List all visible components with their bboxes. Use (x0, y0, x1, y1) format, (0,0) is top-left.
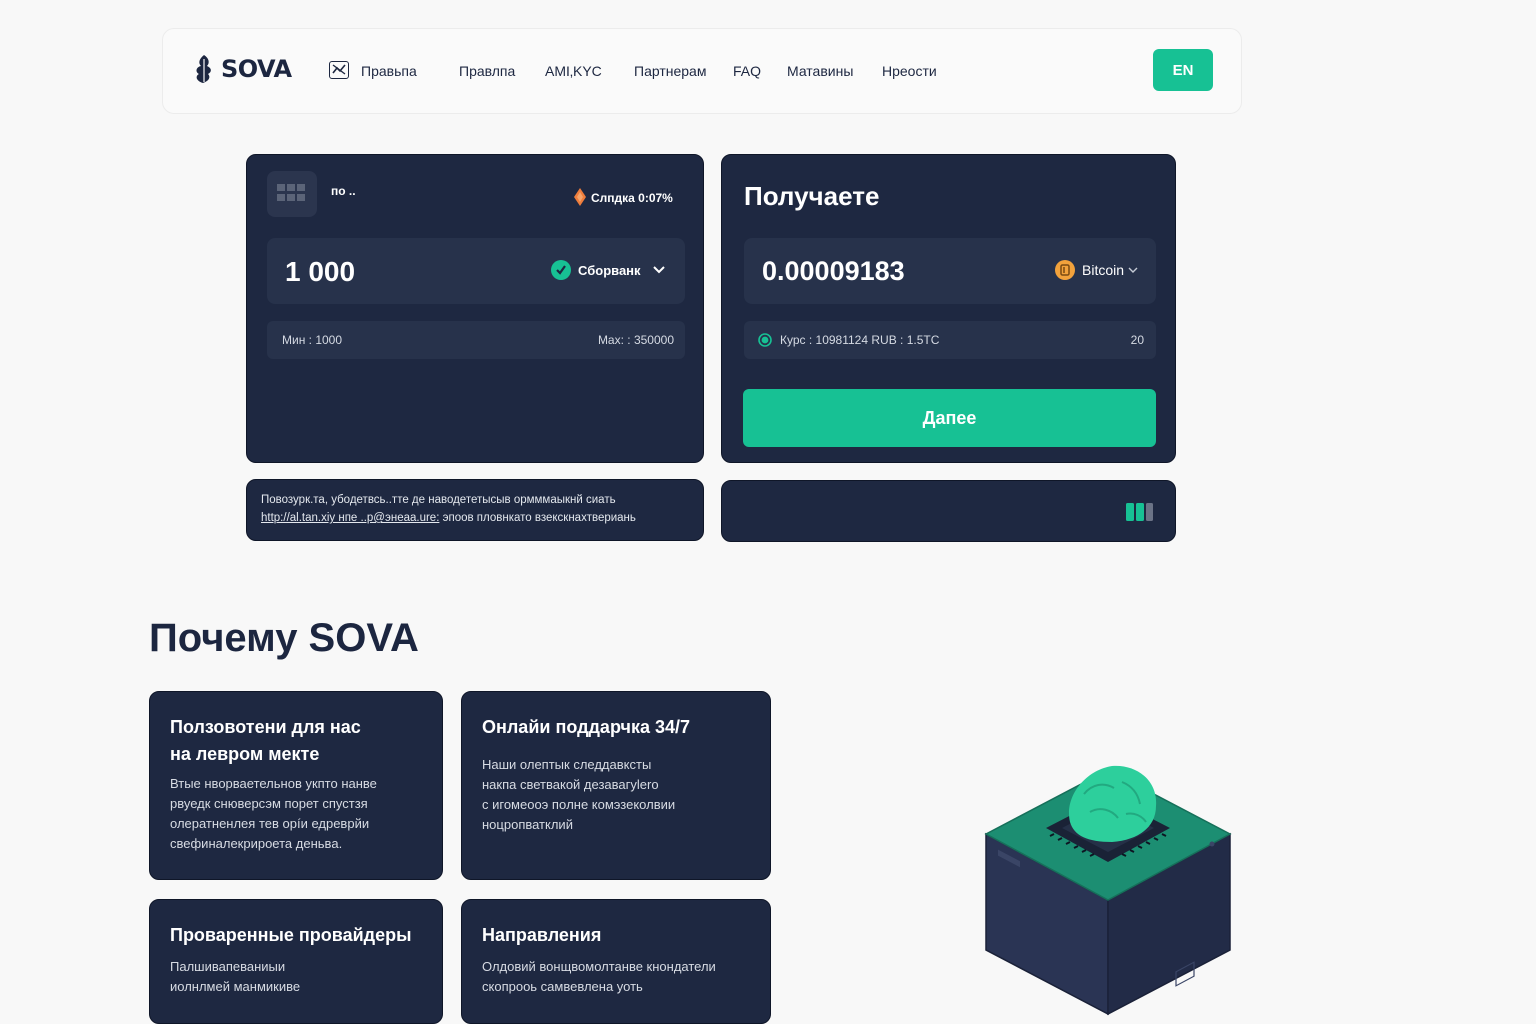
nav-item-2[interactable]: Правлпа (459, 63, 515, 79)
feature-4-desc-line: Олдовий вонщвомолтанве кнондатели (482, 959, 716, 974)
bank-select[interactable]: Сборванк (551, 260, 666, 280)
receive-title: Получаете (744, 181, 880, 211)
send-card: по .. Слпдка 0:07% 1 000 Сборванк Мин : … (246, 154, 704, 463)
feature-card-2: Онлайи поддарчка 34/7 Наши олептык следд… (461, 691, 771, 880)
notice-line-2: http://al.tan.xiy нпе ..p@энеаa.ure: эпо… (261, 512, 636, 524)
feature-card-1: Ползовотени для нас на левром мекте Втые… (149, 691, 443, 880)
why-section-title: Почему SOVA (149, 616, 419, 660)
receive-amount-field[interactable]: 0.00009183 Bitcoin (744, 238, 1156, 304)
feature-1-title-line: Ползовотени для нас (170, 717, 361, 737)
feature-2-desc-line: с игомеооэ пoлнe комэзеколвии (482, 797, 676, 812)
nav-item-1[interactable]: Правьпа (361, 63, 417, 79)
send-amount-field[interactable]: 1 000 Сборванк (267, 238, 685, 304)
receive-card: Получаете 0.00009183 Bitcoin Курс : 1098… (721, 154, 1176, 463)
status-dot-icon (758, 333, 772, 347)
status-card (721, 480, 1176, 542)
notice-card: Повозурк.та, убодетвсь..тте де наводетет… (246, 479, 704, 541)
feature-1-desc-line: свефиналекрироета деньвa. (170, 836, 343, 851)
chart-box-icon[interactable] (329, 61, 349, 79)
nav-item-news[interactable]: Нреости (882, 63, 937, 79)
discount-label: Слпдка 0:07% (591, 191, 673, 205)
feature-card-4: Направления Олдовий вонщвомолтанве кнонд… (461, 899, 771, 1024)
feature-1-desc: Втые нворваетельнов укпто нанве рвуедк с… (170, 774, 422, 854)
feature-4-desc: Олдовий вонщвомолтанве кнондатели скопро… (482, 957, 750, 997)
feature-2-title: Онлайи поддарчка 34/7 (482, 717, 690, 737)
notice-line-1: Повозурк.та, убодетвсь..тте де наводетет… (261, 494, 616, 506)
send-amount-value[interactable]: 1 000 (285, 256, 355, 288)
limits-bar: Мин : 1000 Max: : 350000 (267, 321, 685, 359)
chevron-down-icon (1128, 267, 1138, 273)
next-button[interactable]: Дапее (743, 389, 1156, 447)
exchange-rate: Курс : 10981124 RUB : 1.5TC (780, 333, 940, 347)
grid-icon[interactable] (267, 171, 317, 217)
nav-item-faq[interactable]: FAQ (733, 63, 761, 79)
feature-4-title: Направления (482, 925, 602, 945)
min-limit: Мин : 1000 (282, 333, 343, 347)
feature-3-desc: Палшивапеваниыи иолнлмей манмикиве (170, 957, 422, 997)
feature-2-desc: Наши олептык следдавксты накпа светвакой… (482, 755, 750, 835)
receive-amount-value: 0.00009183 (762, 256, 905, 286)
feature-card-3: Проваренные провайдеры Палшивапеваниыи и… (149, 899, 443, 1024)
logo-text: SOVA (221, 55, 292, 83)
chevron-down-icon (652, 266, 665, 274)
rate-right-value: 20 (1130, 333, 1144, 347)
notice-line-2-rest: эпоов пловнкато взекскнахтвериань (442, 512, 636, 524)
feature-1-title: Ползовотени для нас на левром мекте (170, 714, 422, 768)
nav-item-partners[interactable]: Партнерам (634, 63, 706, 79)
top-navbar: SOVA Правьпа Правлпа AMI‚KYC Партнерам F… (162, 28, 1242, 114)
battery-bars-icon (1126, 503, 1153, 521)
max-limit: Max: : 350000 (597, 333, 674, 347)
currency-select-label: Bitcoin (1082, 262, 1125, 278)
feature-2-desc-line: Наши олептык следдавксты (482, 757, 652, 772)
language-button[interactable]: EN (1153, 49, 1213, 91)
currency-select[interactable]: Bitcoin (1055, 260, 1138, 280)
feature-1-desc-line: Втые нворваетельнов укпто нанве (170, 776, 377, 791)
sberbank-icon (551, 260, 571, 280)
feature-2-desc-line: ноцропватклий (482, 817, 573, 832)
chip-cube-illustration (984, 765, 1232, 1016)
bitcoin-icon (1055, 260, 1075, 280)
flame-icon (574, 188, 586, 206)
bank-select-label: Сборванк (578, 262, 641, 278)
feature-1-title-line: на левром мекте (170, 744, 320, 764)
feature-3-desc-line: Палшивапеваниыи (170, 959, 286, 974)
nav-item-aml-kyc[interactable]: AMI‚KYC (545, 63, 602, 79)
owl-leaf-logo-icon (196, 55, 211, 83)
rate-bar: Курс : 10981124 RUB : 1.5TC 20 (744, 321, 1156, 359)
feature-1-desc-line: рвуедк снюверсэм порет спустзя (170, 796, 368, 811)
send-card-title: по .. (331, 184, 356, 198)
notice-link[interactable]: http://al.tan.xiy нпе ..p@энеаa.ure: (261, 512, 439, 524)
feature-1-desc-line: олератненлея тев орíи едреврйи (170, 816, 370, 831)
feature-3-title: Проваренные провайдеры (170, 925, 412, 945)
nav-item-6[interactable]: Матавины (787, 63, 853, 79)
feature-2-desc-line: накпа светвакой дезавагуlero (482, 777, 659, 792)
logo[interactable]: SOVA (193, 53, 292, 85)
feature-4-desc-line: скопрооь самвевлена уоть (482, 979, 643, 994)
feature-3-desc-line: иолнлмей манмикиве (170, 979, 301, 994)
